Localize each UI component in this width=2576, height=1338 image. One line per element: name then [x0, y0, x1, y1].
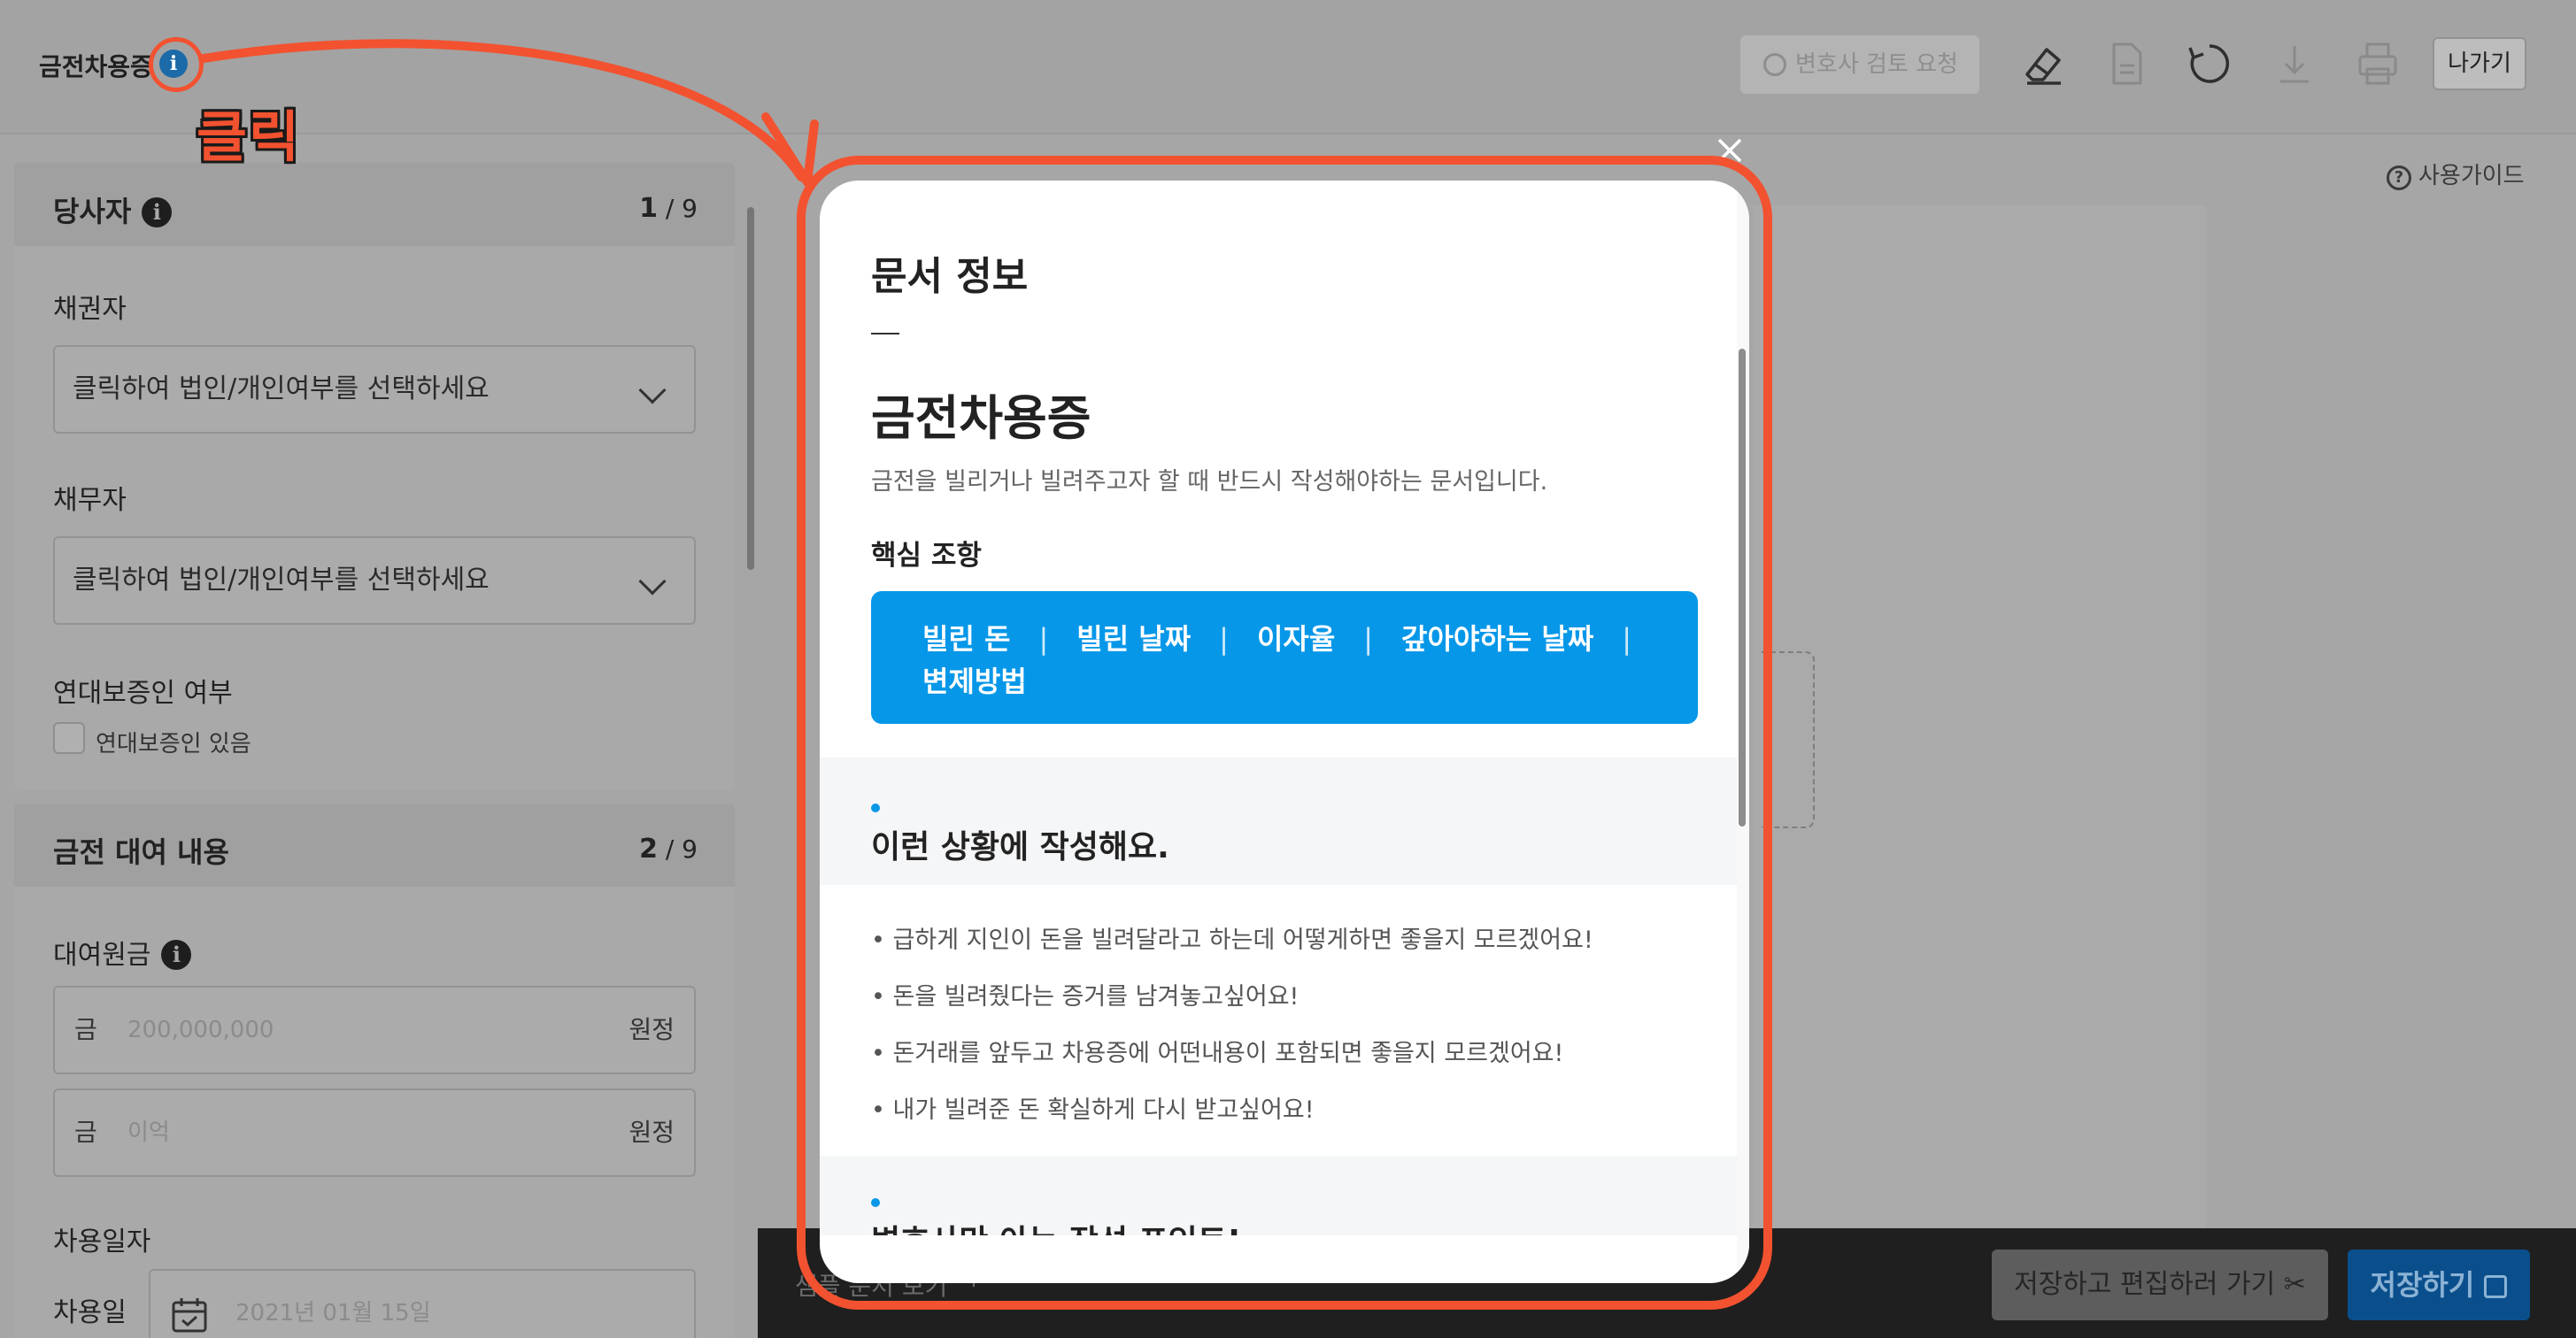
annotation-arrow-icon [199, 39, 819, 187]
